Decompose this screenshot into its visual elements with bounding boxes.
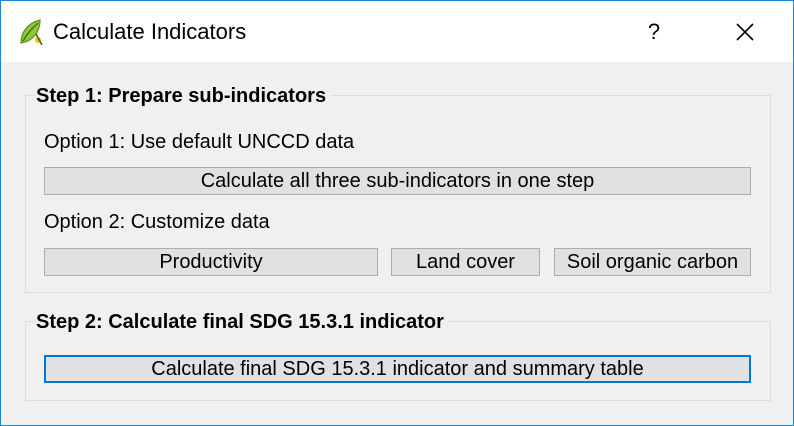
close-icon[interactable]	[721, 13, 767, 51]
step1-title: Step 1: Prepare sub-indicators	[36, 83, 331, 109]
calculate-all-subindicators-button[interactable]: Calculate all three sub-indicators in on…	[44, 167, 751, 195]
help-button[interactable]: ?	[631, 13, 677, 51]
option2-label: Option 2: Customize data	[44, 211, 270, 233]
option1-label: Option 1: Use default UNCCD data	[44, 131, 355, 153]
soil-organic-carbon-button[interactable]: Soil organic carbon	[554, 248, 751, 276]
land-cover-button[interactable]: Land cover	[391, 248, 540, 276]
title-bar[interactable]: Calculate Indicators ?	[1, 1, 793, 62]
window-title: Calculate Indicators	[53, 19, 247, 44]
productivity-button[interactable]: Productivity	[44, 248, 378, 276]
calculate-final-indicator-button[interactable]: Calculate final SDG 15.3.1 indicator and…	[44, 355, 751, 383]
step2-title: Step 2: Calculate final SDG 15.3.1 indic…	[36, 309, 448, 335]
qgis-icon	[20, 19, 43, 46]
calculate-indicators-dialog: Calculate Indicators ? Step 1: Prepare s…	[0, 0, 794, 426]
